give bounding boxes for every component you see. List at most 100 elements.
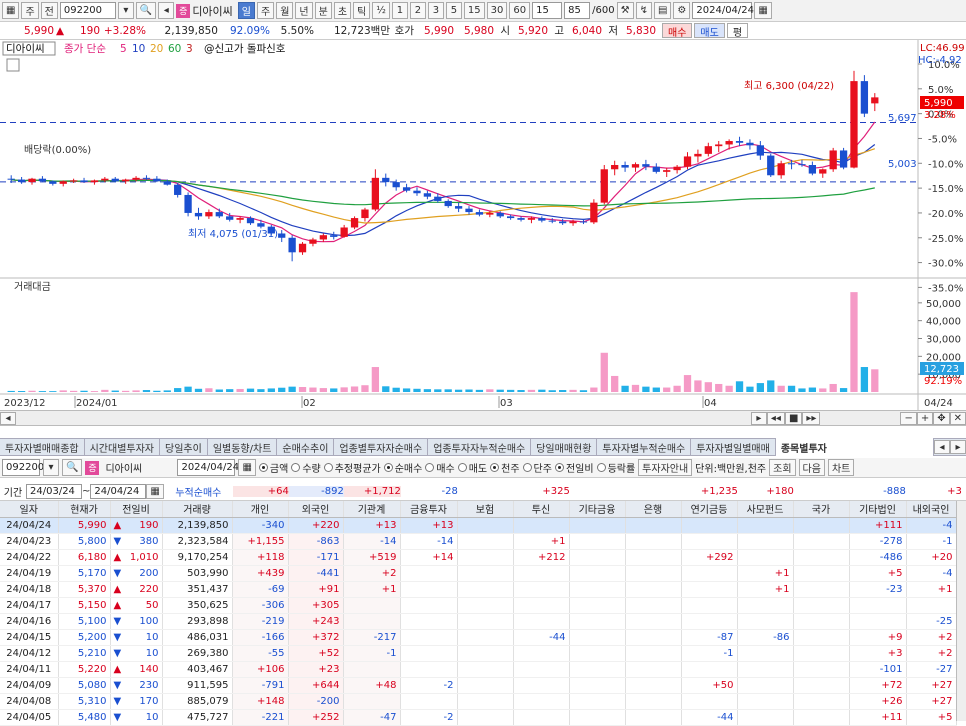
chevron-down-icon[interactable]: ▾ <box>117 2 134 19</box>
minute-3[interactable]: 3 <box>427 2 444 19</box>
tab-prev-icon[interactable]: ◂ <box>934 440 950 454</box>
column-header[interactable]: 전일비 <box>110 501 163 518</box>
table-row[interactable]: 24/04/16 5,100 ▼ 100 293,898 -219 +243 -25 <box>0 613 957 630</box>
flat-button[interactable]: 평 <box>726 23 749 39</box>
opt-amount[interactable]: 금액 <box>258 460 288 475</box>
chart-icon[interactable]: ↯ <box>635 2 652 19</box>
opt-avg-price[interactable]: 추정평균가 <box>323 460 381 475</box>
zoom-in-icon[interactable]: + <box>916 411 934 425</box>
ratio-button[interactable]: ½ <box>372 2 390 19</box>
period-year[interactable]: 년 <box>295 2 313 19</box>
column-header[interactable]: 투신 <box>513 501 570 518</box>
speaker-icon[interactable]: ◂ <box>158 2 175 19</box>
column-header[interactable]: 연기금등 <box>681 501 738 518</box>
price-chart[interactable]: 10.0% 5.0% 0.0% -5.0% -10.0% -15.0% -20.0% -25.… <box>0 40 966 410</box>
period-tick[interactable]: 틱 <box>353 2 371 19</box>
date-input[interactable]: 2024/04/24 <box>692 2 754 19</box>
table-row[interactable]: 24/04/24 5,990 ▲ 190 2,139,850 -340 +220 +13 +13… <box>0 517 957 534</box>
minute-1[interactable]: 1 <box>391 2 408 19</box>
filter-search-icon[interactable]: 🔍 <box>62 459 83 476</box>
opt-change-rate[interactable]: 등락률 <box>596 460 635 475</box>
tab-investor-summary[interactable]: 투자자별매매종합 <box>0 438 85 456</box>
table-row[interactable]: 24/04/19 5,170 ▼ 200 503,990 +439 -441 +2 +1 +5 -4 <box>0 565 957 582</box>
zoom-out-icon[interactable]: − <box>900 411 917 425</box>
opt-net-buy[interactable]: 순매수 <box>383 460 422 475</box>
scroll-next-icon[interactable]: ▸▸ <box>802 411 821 425</box>
scope-select[interactable]: 전 <box>40 2 58 19</box>
gear-icon[interactable]: ⚙ <box>673 2 691 19</box>
buy-button[interactable]: 매수 <box>662 23 693 39</box>
column-header[interactable]: 일자 <box>0 501 59 518</box>
filter-code-input[interactable]: 092200 <box>2 459 44 476</box>
minute-2[interactable]: 2 <box>409 2 426 19</box>
table-row[interactable]: 24/04/11 5,220 ▲ 140 403,467 +106 +23 -101 -27 <box>0 661 957 678</box>
column-header[interactable]: 금융투자 <box>400 501 458 518</box>
column-header[interactable]: 거래량 <box>162 501 233 518</box>
chart-scrollbar[interactable]: ◂ ▸ ◂◂ ■ ▸▸ − + ✥ ✕ <box>0 410 966 426</box>
opt-unit[interactable]: 단주 <box>522 460 552 475</box>
period-day[interactable]: 일 <box>237 2 255 19</box>
filter-date-input[interactable]: 2024/04/24 <box>177 459 239 476</box>
column-header[interactable]: 기타금융 <box>569 501 626 518</box>
query-button[interactable]: 조회 <box>769 459 796 476</box>
move-icon[interactable]: ✥ <box>933 411 950 425</box>
period-to-input[interactable]: 24/04/24 <box>90 484 147 499</box>
minute-30[interactable]: 30 <box>486 2 508 19</box>
tab-sector-net-buy[interactable]: 업종별투자자순매수 <box>334 438 429 456</box>
tab-investor-cum[interactable]: 투자자별누적순매수 <box>597 438 692 456</box>
tab-intraday-trend[interactable]: 당일추이 <box>160 438 208 456</box>
table-row[interactable]: 24/04/12 5,210 ▼ 10 269,380 -55 +52 -1 -1 +3 +2 <box>0 645 957 662</box>
minute-60[interactable]: 60 <box>509 2 531 19</box>
investor-grid[interactable]: 일자 현재가 전일비 거래량 개인 외국인 기관계 금융투자 보험 투신 기타금융 은행 연기금등 사모펀… <box>0 501 957 726</box>
table-row[interactable]: 24/04/17 5,150 ▲ 50 350,625 -306 +305 <box>0 597 957 614</box>
table-row[interactable]: 24/04/22 6,180 ▲ 1,010 9,170,254 +118 -171 +519… <box>0 549 957 566</box>
column-header[interactable]: 현재가 <box>58 501 111 518</box>
type-select[interactable]: 주 <box>21 2 39 19</box>
tab-stock-investor[interactable]: 종목별투자 <box>775 438 934 456</box>
tab-next-icon[interactable]: ▸ <box>950 440 966 454</box>
code-input[interactable]: 092200 <box>59 2 116 19</box>
chart-button[interactable]: 차트 <box>827 459 855 476</box>
minute-select[interactable]: 15 <box>532 2 563 19</box>
period-from-input[interactable]: 24/03/24 <box>26 484 82 499</box>
table-row[interactable]: 24/04/18 5,370 ▲ 220 351,437 -69 +91 +1 +1 -23 +1 <box>0 581 957 598</box>
opt-buy[interactable]: 매수 <box>425 460 455 475</box>
tab-daily-chart[interactable]: 일별동향/차트 <box>208 438 278 456</box>
tab-intraday-trade[interactable]: 당일매매현황 <box>531 438 598 456</box>
table-row[interactable]: 24/04/23 5,800 ▼ 380 2,323,584 +1,155 -863 -14-… <box>0 533 957 550</box>
column-header[interactable]: 기타법인 <box>849 501 907 518</box>
minute-5[interactable]: 5 <box>445 2 462 19</box>
count-input[interactable]: 85 <box>564 2 591 19</box>
menu-icon[interactable]: ▦ <box>2 2 20 19</box>
calendar-icon[interactable]: ▦ <box>754 2 772 19</box>
filter-dropdown-icon[interactable]: ▾ <box>43 459 59 476</box>
column-header[interactable]: 사모펀드 <box>737 501 794 518</box>
period-calendar-icon[interactable]: ▦ <box>146 484 164 499</box>
period-week[interactable]: 주 <box>257 2 275 19</box>
opt-quantity[interactable]: 수량 <box>291 460 321 475</box>
column-header[interactable]: 내외국인 <box>906 501 957 518</box>
table-row[interactable]: 24/04/15 5,200 ▼ 10 486,031 -166 +372 -217 -44 -8… <box>0 629 957 646</box>
save-icon[interactable]: ▤ <box>653 2 672 19</box>
table-row[interactable]: 24/04/09 5,080 ▼ 230 911,595 -791 +644 +48 -2 +50… <box>0 677 957 694</box>
opt-thousand[interactable]: 천주 <box>490 460 520 475</box>
sell-button[interactable]: 매도 <box>694 23 725 39</box>
tab-net-buy-trend[interactable]: 순매수추이 <box>277 438 335 456</box>
tab-sector-cum-net-buy[interactable]: 업종투자자누적순매수 <box>428 438 532 456</box>
investor-guide-button[interactable]: 투자자안내 <box>638 459 693 476</box>
opt-sell[interactable]: 매도 <box>457 460 487 475</box>
tab-time-investor[interactable]: 시간대별투자자 <box>85 438 161 456</box>
column-header[interactable]: 국가 <box>793 501 850 518</box>
column-header[interactable]: 외국인 <box>288 501 344 518</box>
grid-toggle-icon[interactable] <box>6 58 20 72</box>
table-row[interactable]: 24/04/08 5,310 ▼ 170 885,079 +148 -200 +26 +27 <box>0 693 957 710</box>
tools-icon[interactable]: ⚒ <box>616 2 634 19</box>
next-button[interactable]: 다음 <box>798 459 825 476</box>
filter-calendar-icon[interactable]: ▦ <box>238 459 256 476</box>
scroll-stop-icon[interactable]: ■ <box>784 411 803 425</box>
table-row[interactable]: 24/04/05 5,480 ▼ 10 475,727 -221 +252 -47 -2 -44 +… <box>0 709 957 726</box>
column-header[interactable]: 은행 <box>625 501 682 518</box>
column-header[interactable]: 개인 <box>232 501 289 518</box>
scroll-prev-icon[interactable]: ◂◂ <box>766 411 785 425</box>
period-month[interactable]: 월 <box>276 2 294 19</box>
